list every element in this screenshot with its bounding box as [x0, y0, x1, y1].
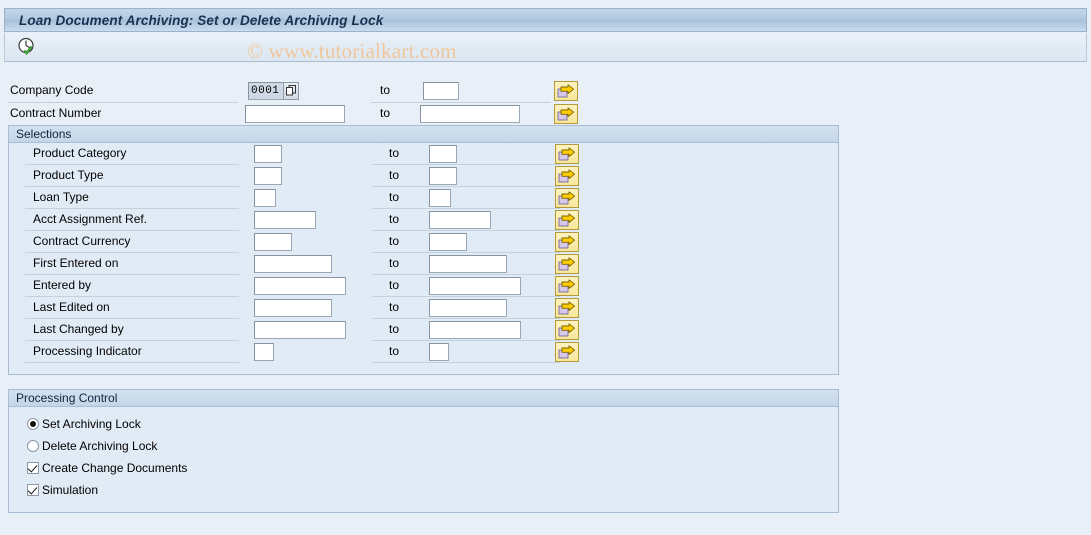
entered-by-from-input[interactable]: [254, 277, 346, 295]
field-label-product-category: Product Category: [33, 146, 127, 160]
to-label-processing-indicator: to: [389, 344, 400, 358]
contract-currency-to-input[interactable]: [429, 233, 467, 251]
last-edited-on-from-input[interactable]: [254, 299, 332, 317]
acct-assignment-ref-to-input[interactable]: [429, 211, 491, 229]
processing-indicator-from-input[interactable]: [254, 343, 274, 361]
selections-panel-title: Selections: [16, 127, 72, 141]
to-label-product-type: to: [389, 168, 400, 182]
processing-control-panel: Processing Control Set Archiving Lock Del…: [8, 389, 839, 513]
multi-selection-arrow-icon-last-edited-on[interactable]: [555, 298, 579, 318]
field-label-acct-assignment-ref: Acct Assignment Ref.: [33, 212, 148, 226]
field-row-contract-currency: Contract Currency to: [9, 231, 838, 253]
field-label-contract-currency: Contract Currency: [33, 234, 131, 248]
multi-selection-arrow-icon-last-changed-by[interactable]: [555, 320, 579, 340]
entered-by-to-input[interactable]: [429, 277, 521, 295]
multi-selection-arrow-icon-product-category[interactable]: [555, 144, 579, 164]
option-row-delete-archiving-lock[interactable]: Delete Archiving Lock: [9, 435, 838, 457]
processing-control-panel-header: Processing Control: [9, 390, 838, 407]
option-row-set-archiving-lock[interactable]: Set Archiving Lock: [9, 413, 838, 435]
processing-control-options: Set Archiving Lock Delete Archiving Lock C…: [9, 407, 838, 501]
multi-selection-arrow-icon-product-type[interactable]: [555, 166, 579, 186]
clock-check-icon[interactable]: [15, 36, 39, 58]
radio-button-delete-archiving-lock[interactable]: [27, 440, 39, 452]
company-code-to-input[interactable]: [423, 82, 459, 100]
multi-selection-arrow-icon-contract-currency[interactable]: [555, 232, 579, 252]
radio-button-set-archiving-lock[interactable]: [27, 418, 39, 430]
product-category-from-input[interactable]: [254, 145, 282, 163]
last-changed-by-from-input[interactable]: [254, 321, 346, 339]
field-row-last-edited-on: Last Edited on to: [9, 297, 838, 319]
acct-assignment-ref-from-input[interactable]: [254, 211, 316, 229]
multi-selection-arrow-icon-loan-type[interactable]: [555, 188, 579, 208]
to-label-loan-type: to: [389, 190, 400, 204]
to-label-entered-by: to: [389, 278, 400, 292]
toolbar: [4, 33, 1087, 62]
to-label-contract-currency: to: [389, 234, 400, 248]
multi-selection-arrow-icon-acct-assignment-ref[interactable]: [555, 210, 579, 230]
field-row-contract-number: Contract Number to: [0, 103, 600, 126]
checkbox-simulation[interactable]: [27, 484, 39, 496]
option-row-simulation[interactable]: Simulation: [9, 479, 838, 501]
selections-panel-header: Selections: [9, 126, 838, 143]
product-type-to-input[interactable]: [429, 167, 457, 185]
contract-number-to-input[interactable]: [420, 105, 520, 123]
contract-number-from-input[interactable]: [245, 105, 345, 123]
field-label-contract-number: Contract Number: [10, 106, 102, 120]
field-row-product-category: Product Category to: [9, 143, 838, 165]
last-edited-on-to-input[interactable]: [429, 299, 507, 317]
last-changed-by-to-input[interactable]: [429, 321, 521, 339]
field-label-loan-type: Loan Type: [33, 190, 89, 204]
multi-selection-arrow-icon-contract-number[interactable]: [554, 104, 578, 124]
checkbox-create-change-documents[interactable]: [27, 462, 39, 474]
to-label-last-edited-on: to: [389, 300, 400, 314]
first-entered-on-to-input[interactable]: [429, 255, 507, 273]
to-label-last-changed-by: to: [389, 322, 400, 336]
processing-control-panel-title: Processing Control: [16, 391, 118, 405]
loan-type-to-input[interactable]: [429, 189, 451, 207]
first-entered-on-from-input[interactable]: [254, 255, 332, 273]
field-row-processing-indicator: Processing Indicator to: [9, 341, 838, 363]
multi-selection-arrow-icon-first-entered-on[interactable]: [555, 254, 579, 274]
field-row-loan-type: Loan Type to: [9, 187, 838, 209]
to-label-product-category: to: [389, 146, 400, 160]
option-row-create-change-documents[interactable]: Create Change Documents: [9, 457, 838, 479]
selections-panel: Selections Product Category to Product Typ…: [8, 125, 839, 375]
contract-currency-from-input[interactable]: [254, 233, 292, 251]
field-row-company-code: Company Code to: [0, 80, 600, 103]
window-title-bar: Loan Document Archiving: Set or Delete A…: [4, 8, 1087, 32]
option-label-set-archiving-lock: Set Archiving Lock: [42, 417, 141, 431]
to-label-acct-assignment-ref: to: [389, 212, 400, 226]
top-field-rows: Company Code to Contract Number to: [0, 80, 600, 126]
to-label-contract-number: to: [380, 106, 391, 120]
processing-indicator-to-input[interactable]: [429, 343, 449, 361]
field-label-last-edited-on: Last Edited on: [33, 300, 110, 314]
search-help-icon[interactable]: [283, 82, 299, 100]
field-label-processing-indicator: Processing Indicator: [33, 344, 142, 358]
option-label-create-change-documents: Create Change Documents: [42, 461, 188, 475]
field-row-last-changed-by: Last Changed by to: [9, 319, 838, 341]
field-label-company-code: Company Code: [10, 83, 94, 97]
multi-selection-arrow-icon-company-code[interactable]: [554, 81, 578, 101]
field-row-product-type: Product Type to: [9, 165, 838, 187]
field-label-entered-by: Entered by: [33, 278, 92, 292]
multi-selection-arrow-icon-processing-indicator[interactable]: [555, 342, 579, 362]
field-label-product-type: Product Type: [33, 168, 104, 182]
page-title: Loan Document Archiving: Set or Delete A…: [19, 12, 384, 28]
field-row-first-entered-on: First Entered on to: [9, 253, 838, 275]
option-label-delete-archiving-lock: Delete Archiving Lock: [42, 439, 158, 453]
selections-rows: Product Category to Product Type to Loan Typ…: [9, 143, 838, 363]
option-label-simulation: Simulation: [42, 483, 99, 497]
to-label-company-code: to: [380, 83, 391, 97]
field-label-last-changed-by: Last Changed by: [33, 322, 124, 336]
multi-selection-arrow-icon-entered-by[interactable]: [555, 276, 579, 296]
product-category-to-input[interactable]: [429, 145, 457, 163]
field-row-acct-assignment-ref: Acct Assignment Ref. to: [9, 209, 838, 231]
to-label-first-entered-on: to: [389, 256, 400, 270]
loan-type-from-input[interactable]: [254, 189, 276, 207]
product-type-from-input[interactable]: [254, 167, 282, 185]
field-row-entered-by: Entered by to: [9, 275, 838, 297]
field-label-first-entered-on: First Entered on: [33, 256, 119, 270]
